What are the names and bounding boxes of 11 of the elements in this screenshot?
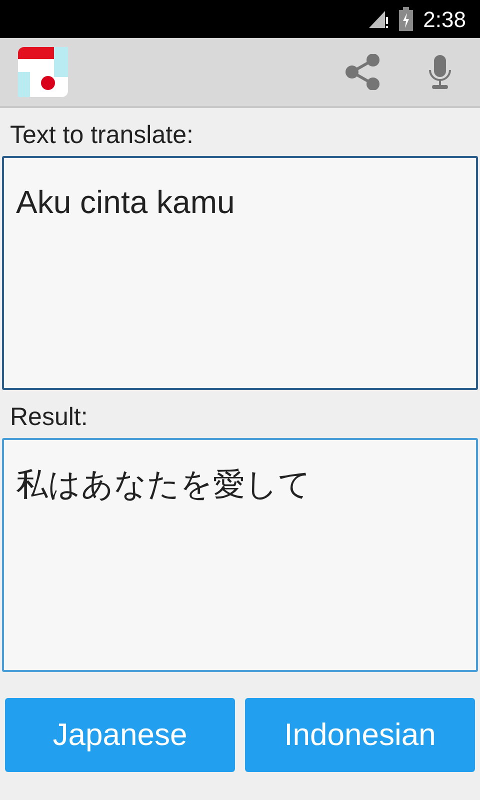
source-input-field[interactable]: Aku cinta kamu	[2, 156, 478, 390]
result-label: Result:	[9, 402, 89, 433]
app-logo-icon	[18, 47, 68, 97]
battery-icon	[399, 7, 414, 31]
language-button[interactable]: Indonesian	[245, 698, 475, 772]
microphone-icon	[428, 55, 452, 89]
share-icon	[345, 54, 381, 90]
result-field: 私はあなたを愛して	[2, 438, 478, 672]
source-label: Text to translate:	[9, 120, 194, 151]
language-button[interactable]: Japanese	[5, 698, 235, 772]
clock-time: 2:38	[423, 6, 466, 34]
